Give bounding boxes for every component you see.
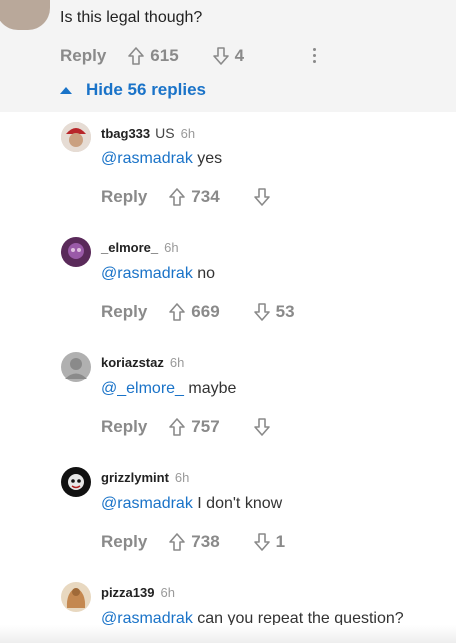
downvote-button[interactable] — [252, 187, 276, 207]
timestamp: 6h — [160, 585, 175, 600]
reply-button[interactable]: Reply — [101, 532, 147, 552]
avatar[interactable] — [61, 467, 91, 497]
hide-replies-toggle[interactable]: Hide 56 replies — [60, 80, 206, 100]
bottom-fade — [0, 625, 456, 643]
reply-button[interactable]: Reply — [60, 46, 106, 66]
reply-content: I don't know — [197, 495, 283, 512]
upvote-button[interactable]: 669 — [167, 302, 220, 322]
timestamp: 6h — [174, 470, 190, 485]
arrow-down-outline-icon — [253, 188, 270, 206]
reply-text: @rasmadrak I don't know — [101, 495, 282, 513]
parent-avatar[interactable] — [0, 0, 50, 30]
downvote-button[interactable] — [252, 417, 276, 437]
avatar-image — [61, 122, 91, 152]
reply-meta: koriazstaz 6h — [101, 355, 184, 370]
timestamp: 6h — [180, 126, 196, 141]
arrow-up-outline-icon — [128, 47, 145, 65]
avatar-image — [61, 582, 91, 612]
triangle-up-icon — [60, 86, 72, 94]
reply-button[interactable]: Reply — [101, 302, 147, 322]
reply-item: _elmore_ 6h @rasmadrak no Reply 669 53 — [0, 233, 456, 333]
parent-comment-text: Is this legal though? — [60, 9, 203, 26]
reply-item: koriazstaz 6h @_elmore_ maybe Reply 757 — [0, 348, 456, 448]
upvote-count: 738 — [191, 532, 220, 551]
upvote-count: 757 — [191, 417, 220, 436]
mention-link[interactable]: @rasmadrak — [101, 150, 193, 167]
parent-actions: Reply 615 4 — [60, 46, 244, 66]
country-flag: US — [155, 125, 175, 141]
reply-actions: Reply 734 — [101, 187, 276, 207]
reply-actions: Reply 669 53 — [101, 302, 295, 322]
mention-link[interactable]: @_elmore_ — [101, 380, 184, 397]
upvote-count: 669 — [191, 302, 220, 321]
arrow-down-outline-icon — [212, 47, 229, 65]
reply-meta: tbag333 US 6h — [101, 125, 195, 141]
arrow-down-outline-icon — [253, 533, 270, 551]
arrow-up-outline-icon — [169, 418, 186, 436]
reply-button[interactable]: Reply — [101, 417, 147, 437]
arrow-up-outline-icon — [169, 188, 186, 206]
username[interactable]: _elmore_ — [101, 240, 158, 255]
downvote-button[interactable]: 4 — [211, 46, 244, 66]
mention-link[interactable]: @rasmadrak — [101, 265, 193, 282]
avatar[interactable] — [61, 582, 91, 612]
reply-meta: grizzlymint 6h — [101, 470, 189, 485]
reply-meta: pizza139 6h — [101, 585, 175, 600]
username[interactable]: koriazstaz — [101, 355, 164, 370]
downvote-button[interactable]: 53 — [252, 302, 295, 322]
avatar-image — [61, 237, 91, 267]
downvote-button[interactable]: 1 — [252, 532, 285, 552]
arrow-up-outline-icon — [169, 303, 186, 321]
upvote-count: 734 — [191, 187, 220, 206]
avatar[interactable] — [61, 352, 91, 382]
upvote-button[interactable]: 615 — [126, 46, 179, 66]
arrow-down-outline-icon — [253, 418, 270, 436]
arrow-up-outline-icon — [169, 533, 186, 551]
hide-replies-label: Hide 56 replies — [86, 80, 207, 99]
avatar[interactable] — [61, 237, 91, 267]
timestamp: 6h — [169, 355, 185, 370]
avatar-image — [61, 467, 91, 497]
reply-meta: _elmore_ 6h — [101, 240, 179, 255]
avatar[interactable] — [61, 122, 91, 152]
upvote-button[interactable]: 738 — [167, 532, 220, 552]
timestamp: 6h — [164, 240, 179, 255]
reply-text: @rasmadrak no — [101, 265, 215, 283]
reply-actions: Reply 738 1 — [101, 532, 285, 552]
reply-actions: Reply 757 — [101, 417, 276, 437]
parent-comment: Is this legal though? Reply 615 4 Hide 5… — [0, 0, 456, 112]
downvote-count: 1 — [275, 532, 286, 551]
username[interactable]: tbag333 — [101, 126, 150, 141]
reply-button[interactable]: Reply — [101, 187, 147, 207]
avatar-image — [61, 352, 91, 382]
upvote-button[interactable]: 734 — [167, 187, 220, 207]
upvote-button[interactable]: 757 — [167, 417, 220, 437]
reply-text: @_elmore_ maybe — [101, 380, 236, 398]
mention-link[interactable]: @rasmadrak — [101, 495, 193, 512]
reply-item: tbag333 US 6h @rasmadrak yes Reply 734 — [0, 118, 456, 218]
reply-item: grizzlymint 6h @rasmadrak I don't know R… — [0, 463, 456, 563]
username[interactable]: grizzlymint — [101, 470, 169, 485]
upvote-count: 615 — [150, 46, 179, 65]
reply-content: no — [197, 265, 216, 282]
reply-content: maybe — [188, 380, 237, 397]
reply-content: yes — [197, 150, 223, 167]
downvote-count: 53 — [275, 302, 295, 321]
arrow-down-outline-icon — [253, 303, 270, 321]
downvote-count: 4 — [234, 46, 245, 65]
reply-text: @rasmadrak yes — [101, 150, 222, 168]
vertical-dots-icon[interactable] — [313, 48, 317, 66]
username[interactable]: pizza139 — [101, 585, 154, 600]
